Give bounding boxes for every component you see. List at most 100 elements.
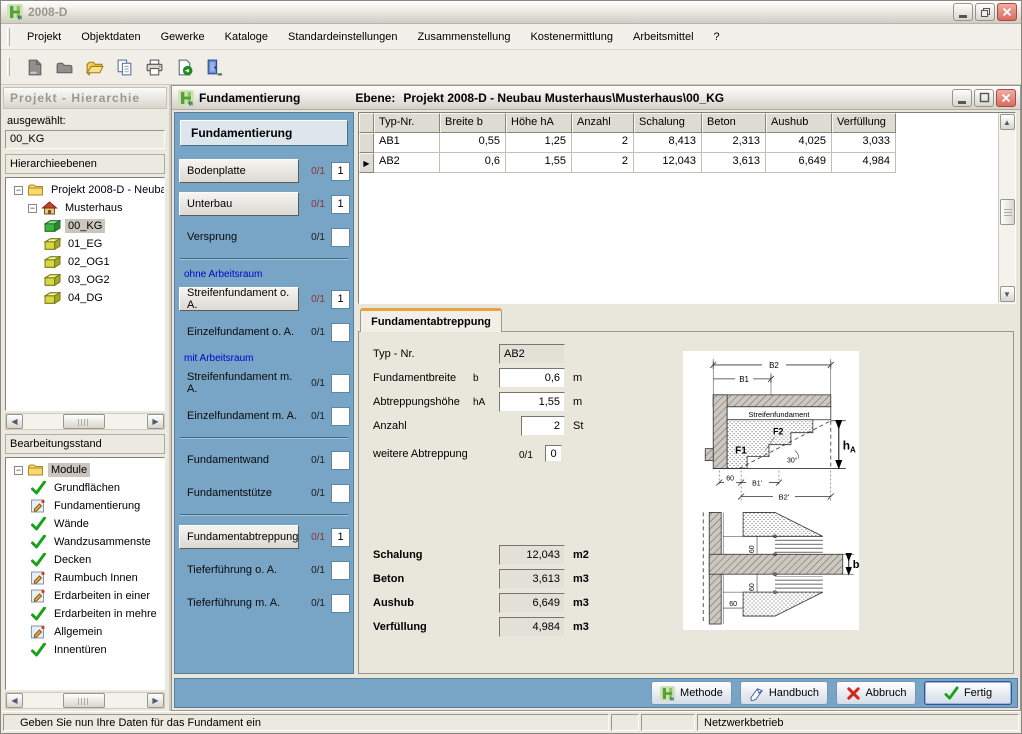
sidebar-item-label[interactable]: Einzelfundament m. A. (179, 410, 299, 422)
tree-item-grundflächen[interactable]: Grundflächen (8, 479, 164, 497)
column-header-schalung[interactable]: Schalung (634, 113, 702, 133)
tree-item-raumbuch-innen[interactable]: Raumbuch Innen (8, 569, 164, 587)
tree-item-fundamentierung[interactable]: Fundamentierung (8, 497, 164, 515)
column-header-breite-b[interactable]: Breite b (440, 113, 506, 133)
count-box[interactable]: 1 (331, 290, 350, 309)
menu-item-objektdaten[interactable]: Objektdaten (71, 26, 150, 48)
count-box[interactable]: 1 (331, 195, 350, 214)
column-header-höhe-ha[interactable]: Höhe hA (506, 113, 572, 133)
sidebar-item-label[interactable]: Versprung (179, 231, 299, 243)
sidebar-item-label[interactable]: Streifenfundament m. A. (179, 371, 299, 395)
print-icon[interactable] (142, 55, 167, 80)
table-vscrollbar[interactable]: ▲ ▼ (998, 113, 1015, 303)
button-methode[interactable]: MMethode (651, 681, 732, 705)
weitere-abtreppung-box[interactable] (545, 445, 562, 462)
table-row-ab1[interactable]: AB10,551,2528,4132,3134,0253,033 (359, 133, 998, 153)
scroll-track[interactable] (23, 414, 147, 429)
scroll-right-icon[interactable]: ▶ (147, 693, 164, 708)
tree-item-03-og2[interactable]: 03_OG2 (8, 271, 164, 289)
tree-item-wandzusammenste[interactable]: Wandzusammenste (8, 533, 164, 551)
button-abbruch[interactable]: Abbruch (836, 681, 916, 705)
column-header-anzahl[interactable]: Anzahl (572, 113, 634, 133)
tree-item-04-dg[interactable]: 04_DG (8, 289, 164, 307)
scroll-thumb[interactable] (63, 414, 105, 429)
abtreppungshöhe-input[interactable] (499, 392, 565, 412)
cell: 2,313 (702, 133, 766, 153)
count-box[interactable] (331, 561, 350, 580)
sidebar-item-label[interactable]: Unterbau (179, 192, 299, 216)
column-header-verfüllung[interactable]: Verfüllung (832, 113, 896, 133)
module-maximize-button[interactable] (974, 89, 994, 107)
tree-item-innentüren[interactable]: Innentüren (8, 641, 164, 659)
minimize-button[interactable] (953, 3, 973, 21)
tree-item-erdarbeiten-in-einer[interactable]: Erdarbeiten in einer (8, 587, 164, 605)
menu-item-standardeinstellungen[interactable]: Standardeinstellungen (278, 26, 407, 48)
count-box[interactable] (331, 407, 350, 426)
sidebar-item-label[interactable]: Einzelfundament o. A. (179, 326, 299, 338)
scroll-up-icon[interactable]: ▲ (1000, 114, 1015, 130)
restore-button[interactable] (975, 3, 995, 21)
button-handbuch[interactable]: Handbuch (740, 681, 828, 705)
count-box[interactable] (331, 374, 350, 393)
collapse-icon[interactable]: − (14, 186, 23, 195)
scroll-track[interactable] (1000, 131, 1015, 285)
count-box[interactable]: 1 (331, 528, 350, 547)
sidebar-item-label[interactable]: Tieferführung m. A. (179, 597, 299, 609)
tree-item-building[interactable]: − Musterhaus (8, 199, 164, 217)
sidebar-item-label[interactable]: Tieferführung o. A. (179, 564, 299, 576)
tree-item-decken[interactable]: Decken (8, 551, 164, 569)
collapse-icon[interactable]: − (14, 466, 23, 475)
folder-open-icon[interactable] (82, 55, 107, 80)
tree-item-module-root[interactable]: − Module (8, 461, 164, 479)
count-box[interactable] (331, 451, 350, 470)
scroll-down-icon[interactable]: ▼ (1000, 286, 1015, 302)
button-fertig[interactable]: Fertig (924, 681, 1012, 705)
menu-item-kataloge[interactable]: Kataloge (215, 26, 278, 48)
tree-item-wände[interactable]: Wände (8, 515, 164, 533)
menu-item-[interactable]: ? (704, 26, 730, 48)
column-header-aushub[interactable]: Aushub (766, 113, 832, 133)
exit-door-icon[interactable] (202, 55, 227, 80)
menu-item-projekt[interactable]: Projekt (17, 26, 71, 48)
tree-item-erdarbeiten-in-mehre[interactable]: Erdarbeiten in mehre (8, 605, 164, 623)
tree-item-00-kg[interactable]: 00_KG (8, 217, 164, 235)
copy-icon[interactable] (112, 55, 137, 80)
count-box[interactable] (331, 228, 350, 247)
tree-item-project[interactable]: − Projekt 2008-D - Neubau (8, 181, 164, 199)
scroll-track[interactable] (23, 693, 147, 708)
menu-item-arbeitsmittel[interactable]: Arbeitsmittel (623, 26, 704, 48)
count-box[interactable] (331, 594, 350, 613)
tree-item-01-eg[interactable]: 01_EG (8, 235, 164, 253)
scroll-thumb[interactable] (63, 693, 105, 708)
export-icon[interactable] (172, 55, 197, 80)
menu-item-kostenermittlung[interactable]: Kostenermittlung (520, 26, 623, 48)
anzahl-input[interactable] (521, 416, 565, 436)
count-box[interactable] (331, 484, 350, 503)
sidebar-item-label[interactable]: Fundamentabtreppung (179, 525, 299, 549)
collapse-icon[interactable]: − (28, 204, 37, 213)
count-box[interactable]: 1 (331, 162, 350, 181)
menu-item-gewerke[interactable]: Gewerke (151, 26, 215, 48)
scroll-left-icon[interactable]: ◀ (6, 693, 23, 708)
tree-item-allgemein[interactable]: Allgemein (8, 623, 164, 641)
tree-item-02-og1[interactable]: 02_OG1 (8, 253, 164, 271)
scroll-thumb[interactable] (1000, 199, 1015, 225)
module-close-button[interactable] (996, 89, 1016, 107)
menu-item-zusammenstellung[interactable]: Zusammenstellung (408, 26, 521, 48)
column-header-typ-nr[interactable]: Typ-Nr. (374, 113, 440, 133)
scroll-left-icon[interactable]: ◀ (6, 414, 23, 429)
scroll-right-icon[interactable]: ▶ (147, 414, 164, 429)
sidebar-item-label[interactable]: Streifenfundament o. A. (179, 287, 299, 311)
tab-fundamentabtreppung[interactable]: Fundamentabtreppung (360, 308, 502, 332)
sidebar-item-label[interactable]: Bodenplatte (179, 159, 299, 183)
modules-hscrollbar[interactable]: ◀ ▶ (5, 692, 165, 709)
count-box[interactable] (331, 323, 350, 342)
sidebar-item-label[interactable]: Fundamentstütze (179, 487, 299, 499)
sidebar-item-label[interactable]: Fundamentwand (179, 454, 299, 466)
table-row-ab2[interactable]: ▶AB20,61,55212,0433,6136,6494,984 (359, 153, 998, 173)
fundamentbreite-input[interactable] (499, 368, 565, 388)
close-button[interactable] (997, 3, 1017, 21)
module-minimize-button[interactable] (952, 89, 972, 107)
column-header-beton[interactable]: Beton (702, 113, 766, 133)
hierarchy-hscrollbar[interactable]: ◀ ▶ (5, 413, 165, 430)
